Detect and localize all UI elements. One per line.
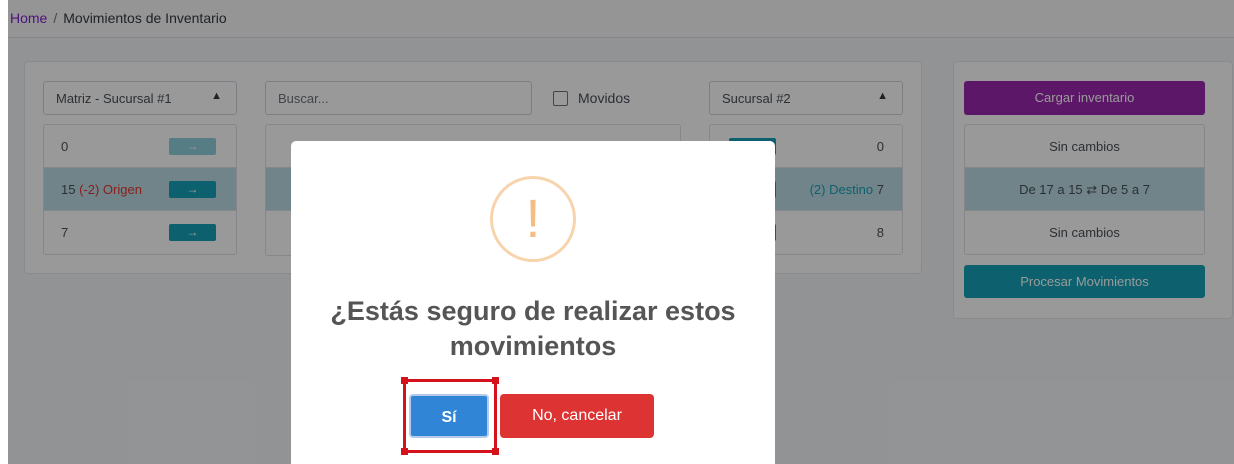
highlight-corner (492, 377, 499, 384)
highlight-box (401, 377, 499, 455)
highlight-corner (492, 448, 499, 455)
confirm-dialog: ! ¿Estás seguro de realizar estos movimi… (291, 141, 775, 464)
highlight-corner (401, 377, 408, 384)
cancel-button[interactable]: No, cancelar (500, 394, 654, 438)
highlight-corner (401, 448, 408, 455)
warning-icon: ! (490, 176, 576, 262)
dialog-title: ¿Estás seguro de realizar estos movimien… (330, 296, 736, 361)
